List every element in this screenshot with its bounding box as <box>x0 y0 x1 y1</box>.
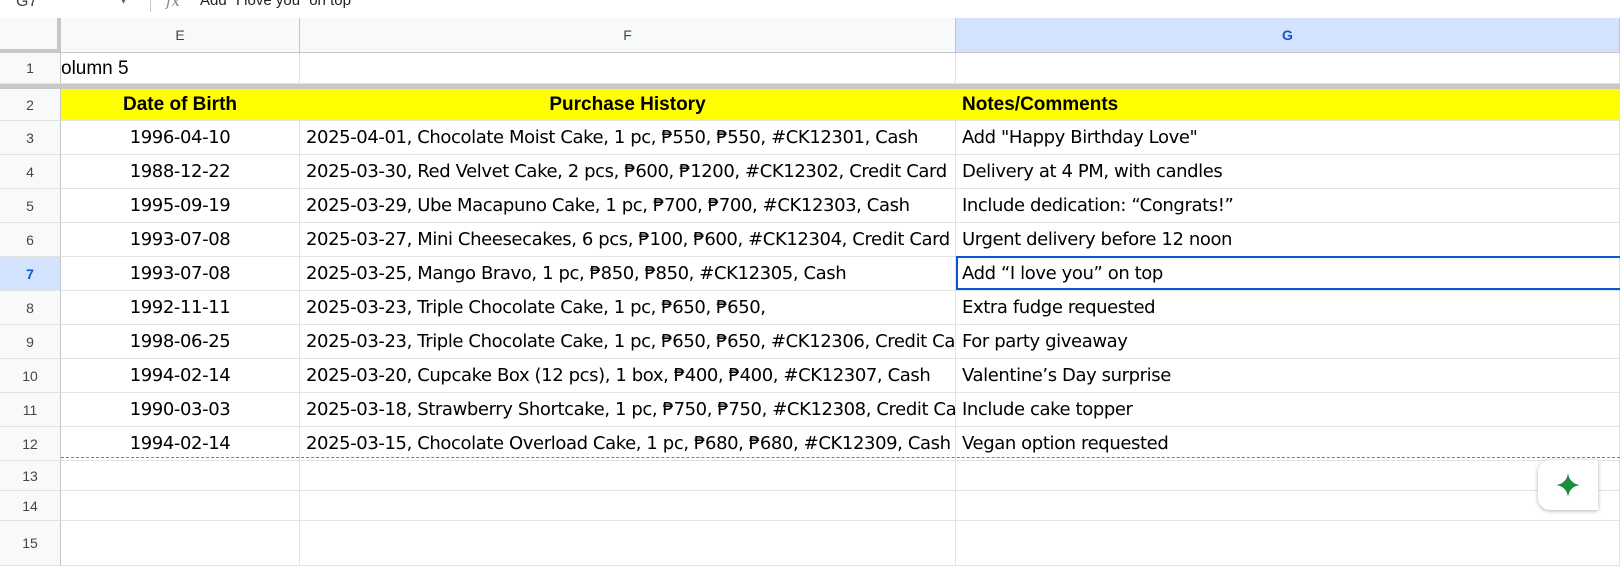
cell-g7[interactable]: Add “I love you” on top <box>956 257 1620 291</box>
cell-g14[interactable] <box>956 491 1620 521</box>
cell-e12[interactable]: 1994-02-14 <box>61 427 300 461</box>
cell-g9[interactable]: For party giveaway <box>956 325 1620 359</box>
cell-e4[interactable]: 1988-12-22 <box>61 155 300 189</box>
formula-input[interactable]: Add “I love you” on top <box>200 0 351 9</box>
filter-range-border <box>61 457 1620 458</box>
cell-g15[interactable] <box>956 521 1620 566</box>
cell-e15[interactable] <box>61 521 300 566</box>
cell-g4[interactable]: Delivery at 4 PM, with candles <box>956 155 1620 189</box>
row-header-5[interactable]: 5 <box>0 189 61 223</box>
row-header-9[interactable]: 9 <box>0 325 61 359</box>
column-header-g[interactable]: G <box>956 18 1620 53</box>
row-header-13[interactable]: 13 <box>0 461 61 491</box>
cell-e3[interactable]: 1996-04-10 <box>61 121 300 155</box>
cell-e7[interactable]: 1993-07-08 <box>61 257 300 291</box>
cell-g5[interactable]: Include dedication: “Congrats!” <box>956 189 1620 223</box>
row-header-14[interactable]: 14 <box>0 491 61 521</box>
gemini-sparkle-icon <box>1556 473 1580 497</box>
header-date-of-birth[interactable]: Date of Birth <box>61 89 300 121</box>
row-header-11[interactable]: 11 <box>0 393 61 427</box>
cell-e9[interactable]: 1998-06-25 <box>61 325 300 359</box>
row-header-10[interactable]: 10 <box>0 359 61 393</box>
row-header-6[interactable]: 6 <box>0 223 61 257</box>
row-header-12[interactable]: 12 <box>0 427 61 461</box>
row-header-4[interactable]: 4 <box>0 155 61 189</box>
cell-e14[interactable] <box>61 491 300 521</box>
cell-g12[interactable]: Vegan option requested <box>956 427 1620 461</box>
cell-e6[interactable]: 1993-07-08 <box>61 223 300 257</box>
name-box[interactable]: G7 <box>16 0 37 11</box>
row-header-8[interactable]: 8 <box>0 291 61 325</box>
header-notes-comments[interactable]: Notes/Comments <box>956 89 1620 121</box>
cell-f10[interactable]: 2025-03-20, Cupcake Box (12 pcs), 1 box,… <box>300 359 956 393</box>
cell-f13[interactable] <box>300 461 956 491</box>
cell-g1[interactable] <box>956 53 1620 84</box>
row-header-3[interactable]: 3 <box>0 121 61 155</box>
row-header-7[interactable]: 7 <box>0 257 61 291</box>
cell-e8[interactable]: 1992-11-11 <box>61 291 300 325</box>
cell-g8[interactable]: Extra fudge requested <box>956 291 1620 325</box>
cell-e5[interactable]: 1995-09-19 <box>61 189 300 223</box>
cell-e1[interactable]: olumn 5 <box>61 53 300 84</box>
select-all-corner[interactable] <box>0 18 61 53</box>
cell-f8[interactable]: 2025-03-23, Triple Chocolate Cake, 1 pc,… <box>300 291 956 325</box>
cell-f9[interactable]: 2025-03-23, Triple Chocolate Cake, 1 pc,… <box>300 325 973 359</box>
row-header-15[interactable]: 15 <box>0 521 61 566</box>
cell-e11[interactable]: 1990-03-03 <box>61 393 300 427</box>
cell-e10[interactable]: 1994-02-14 <box>61 359 300 393</box>
cell-f11[interactable]: 2025-03-18, Strawberry Shortcake, 1 pc, … <box>300 393 974 427</box>
row-header-2[interactable]: 2 <box>0 89 61 121</box>
cell-g13[interactable] <box>956 461 1620 491</box>
fx-icon: fx <box>166 0 181 10</box>
cell-f6[interactable]: 2025-03-27, Mini Cheesecakes, 6 pcs, ₱10… <box>300 223 956 257</box>
column-header-f[interactable]: F <box>300 18 956 53</box>
chevron-down-icon[interactable]: ▾ <box>120 0 127 8</box>
cell-f1[interactable] <box>300 53 956 84</box>
cell-f15[interactable] <box>300 521 956 566</box>
row-header-1[interactable]: 1 <box>0 53 61 84</box>
cell-g6[interactable]: Urgent delivery before 12 noon <box>956 223 1620 257</box>
cell-f14[interactable] <box>300 491 956 521</box>
cell-f3[interactable]: 2025-04-01, Chocolate Moist Cake, 1 pc, … <box>300 121 956 155</box>
formula-bar: G7 ▾ fx Add “I love you” on top <box>0 0 1620 19</box>
cell-f12[interactable]: 2025-03-15, Chocolate Overload Cake, 1 p… <box>300 427 956 461</box>
cell-f7[interactable]: 2025-03-25, Mango Bravo, 1 pc, ₱850, ₱85… <box>300 257 956 291</box>
cell-f5[interactable]: 2025-03-29, Ube Macapuno Cake, 1 pc, ₱70… <box>300 189 956 223</box>
header-purchase-history[interactable]: Purchase History <box>300 89 956 121</box>
column-header-e[interactable]: E <box>61 18 300 53</box>
cell-g11[interactable]: Include cake topper <box>956 393 1620 427</box>
gemini-side-button[interactable] <box>1538 460 1598 510</box>
cell-g3[interactable]: Add "Happy Birthday Love" <box>956 121 1620 155</box>
formula-bar-divider <box>150 0 151 12</box>
cell-e13[interactable] <box>61 461 300 491</box>
cell-g10[interactable]: Valentine’s Day surprise <box>956 359 1620 393</box>
cell-f4[interactable]: 2025-03-30, Red Velvet Cake, 2 pcs, ₱600… <box>300 155 956 189</box>
